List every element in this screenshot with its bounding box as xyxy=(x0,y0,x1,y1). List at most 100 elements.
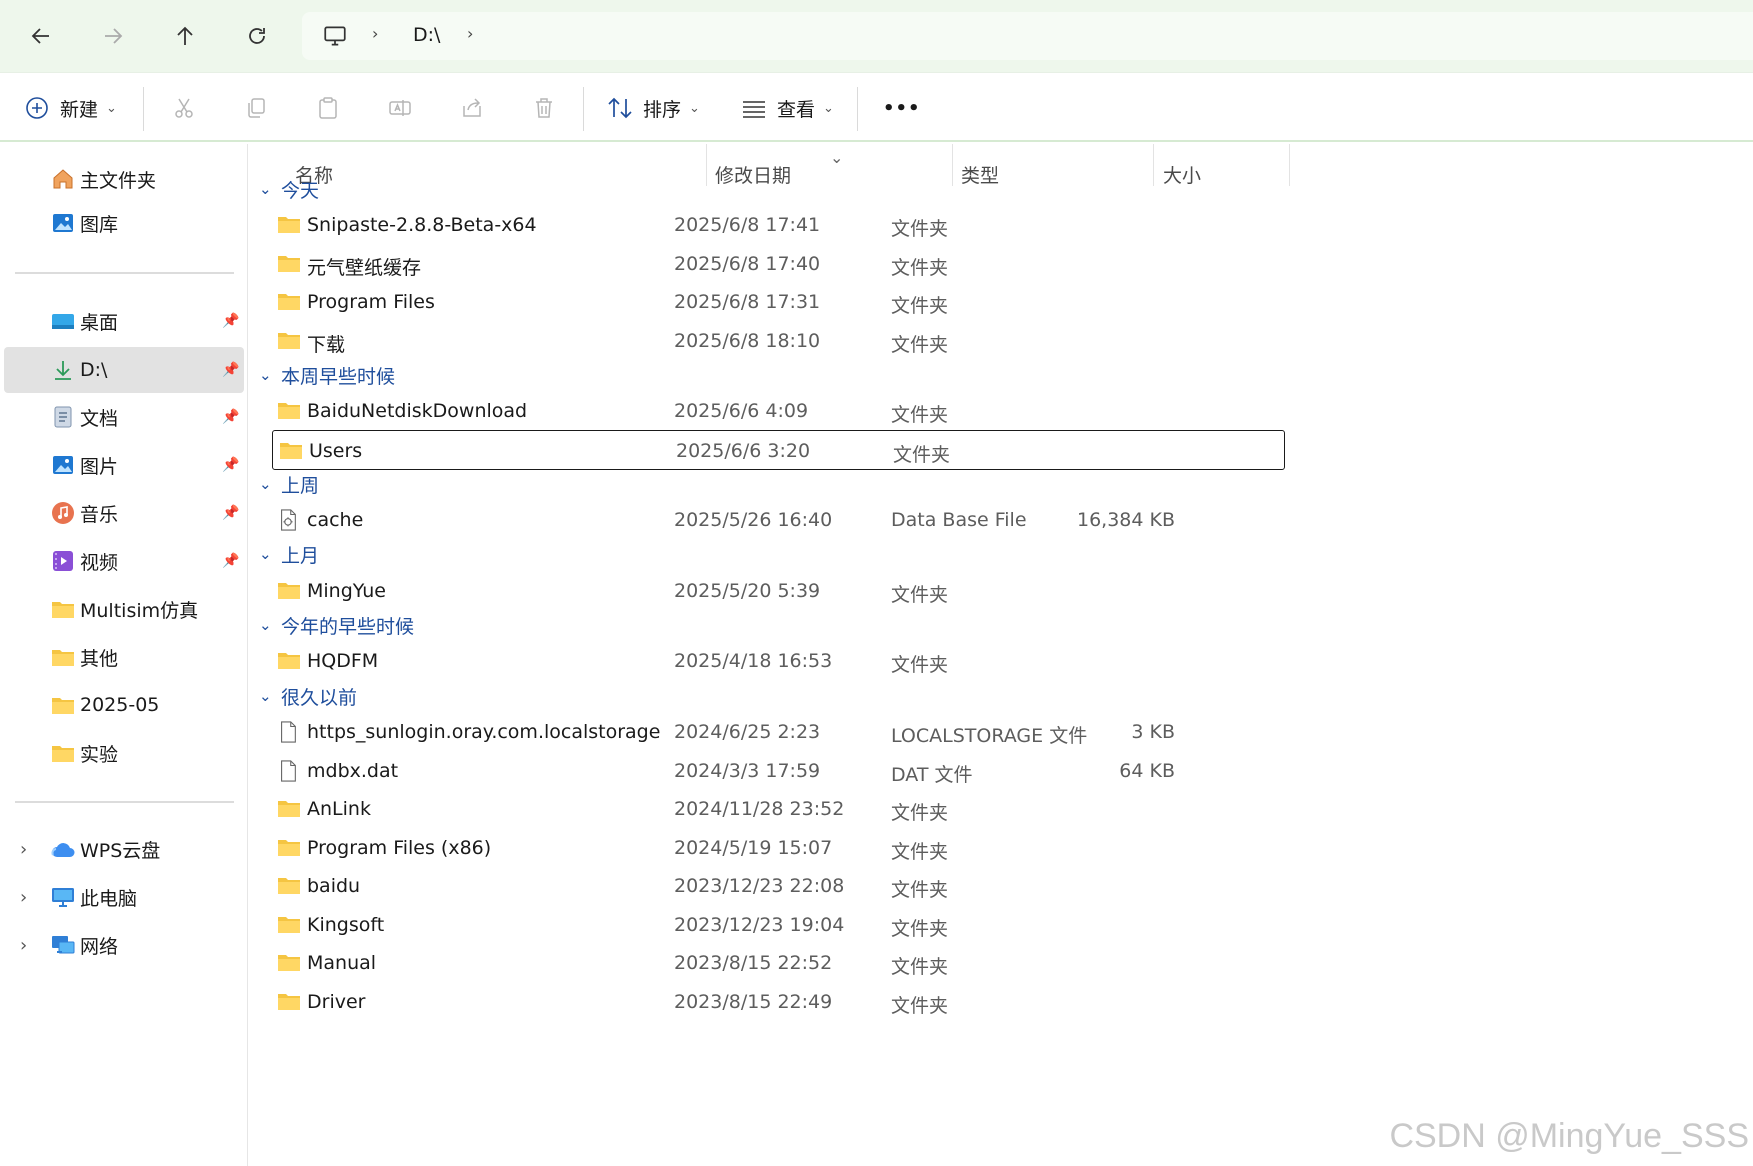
file-row[interactable]: Program Files 2025/6/8 17:31 文件夹 xyxy=(271,282,1285,322)
file-row[interactable]: mdbx.dat 2024/3/3 17:59 DAT 文件 64 KB xyxy=(271,751,1285,791)
column-divider[interactable] xyxy=(1289,144,1290,186)
column-header-size[interactable]: 大小 xyxy=(1163,154,1283,194)
sidebar-item-network[interactable]: › 网络 xyxy=(4,922,244,968)
chevron-right-icon[interactable]: › xyxy=(20,887,27,908)
sort-button[interactable]: 排序 ⌄ xyxy=(607,73,700,143)
file-row[interactable]: AnLink 2024/11/28 23:52 文件夹 xyxy=(271,789,1285,829)
sidebar-item-music[interactable]: 音乐 📌 xyxy=(4,490,244,536)
file-row[interactable]: HQDFM 2025/4/18 16:53 文件夹 xyxy=(271,641,1285,681)
column-divider[interactable] xyxy=(1153,144,1154,186)
breadcrumb-chevron-icon[interactable]: › xyxy=(372,24,378,43)
breadcrumb-path[interactable]: D:\ xyxy=(413,24,440,46)
up-button[interactable] xyxy=(163,14,207,58)
file-row[interactable]: https_sunlogin.oray.com.localstorage 2024… xyxy=(271,712,1285,752)
file-row[interactable]: cache 2025/5/26 16:40 Data Base File 16,384… xyxy=(271,500,1285,540)
file-type: 文件夹 xyxy=(891,840,949,863)
back-button[interactable] xyxy=(19,14,63,58)
list-view-icon xyxy=(741,95,767,121)
view-button[interactable]: 查看 ⌄ xyxy=(741,73,834,143)
sidebar-item-wps-cloud[interactable]: › WPS云盘 xyxy=(4,826,244,872)
file-row[interactable]: 元气壁纸缓存 2025/6/8 17:40 文件夹 xyxy=(271,244,1285,284)
file-row[interactable]: BaiduNetdiskDownload 2025/6/6 4:09 文件夹 xyxy=(271,391,1285,431)
chevron-right-icon[interactable]: › xyxy=(20,839,27,860)
pin-icon[interactable]: 📌 xyxy=(222,553,239,569)
refresh-button[interactable] xyxy=(235,14,279,58)
file-type: 文件夹 xyxy=(891,879,949,901)
sidebar-item-2025-05[interactable]: 2025-05 xyxy=(4,682,244,728)
group-header[interactable]: ⌄ 今年的早些时候 xyxy=(259,610,414,640)
group-header[interactable]: ⌄ 本周早些时候 xyxy=(259,360,395,390)
group-header[interactable]: ⌄ 今天 xyxy=(259,174,319,204)
chevron-down-icon[interactable]: ⌄ xyxy=(259,545,281,563)
file-row[interactable]: Manual 2023/8/15 22:52 文件夹 xyxy=(271,943,1285,983)
file-row[interactable]: Program Files (x86) 2024/5/19 15:07 文件夹 xyxy=(271,828,1285,868)
document-icon xyxy=(50,404,76,430)
chevron-down-icon[interactable]: ⌄ xyxy=(259,687,281,705)
pin-icon[interactable]: 📌 xyxy=(222,409,239,425)
new-button[interactable]: 新建 ⌄ xyxy=(24,73,117,143)
chevron-down-icon[interactable]: ⌄ xyxy=(259,475,281,493)
file-name: AnLink xyxy=(307,798,371,820)
sort-arrows-icon xyxy=(607,95,633,121)
navigation-pane: 主文件夹 图库 桌面 📌 D:\ 📌 文档 📌 图片 📌 音乐 📌 视频 📌 M… xyxy=(0,144,248,1166)
file-type: 文件夹 xyxy=(891,256,949,279)
sidebar-item-pictures[interactable]: 图片 📌 xyxy=(4,442,244,488)
sidebar-item-documents[interactable]: 文档 📌 xyxy=(4,394,244,440)
file-row[interactable]: baidu 2023/12/23 22:08 文件夹 xyxy=(271,866,1285,906)
group-header-label: 上月 xyxy=(281,544,320,567)
monitor-icon[interactable] xyxy=(322,23,348,49)
file-name: Driver xyxy=(307,990,366,1013)
sidebar-item-label: 音乐 xyxy=(80,503,119,526)
column-header-modified[interactable]: 修改日期 ⌄ xyxy=(715,148,955,194)
file-row[interactable]: Snipaste-2.8.8-Beta-x64 2025/6/8 17:41 文件夹 xyxy=(271,205,1285,245)
file-name: https_sunlogin.oray.com.localstorage xyxy=(307,721,661,743)
file-name: MingYue xyxy=(307,580,386,602)
file-size: 3 KB xyxy=(1131,721,1175,743)
file-row[interactable]: Driver 2023/8/15 22:49 文件夹 xyxy=(271,982,1285,1022)
breadcrumb-chevron-icon[interactable]: › xyxy=(467,24,473,43)
chevron-right-icon[interactable]: › xyxy=(20,935,27,956)
sidebar-item-home[interactable]: 主文件夹 xyxy=(4,156,244,202)
sidebar-item-gallery[interactable]: 图库 xyxy=(4,200,244,246)
chevron-down-icon[interactable]: ⌄ xyxy=(259,180,281,198)
column-divider[interactable] xyxy=(952,144,953,186)
group-header[interactable]: ⌄ 很久以前 xyxy=(259,681,357,711)
column-header-type[interactable]: 类型 xyxy=(961,154,1151,194)
cut-button[interactable] xyxy=(171,73,197,143)
chevron-down-icon[interactable]: ⌄ xyxy=(259,366,281,384)
pin-icon[interactable]: 📌 xyxy=(222,313,239,329)
pin-icon[interactable]: 📌 xyxy=(222,457,239,473)
folder-icon xyxy=(277,290,301,314)
trash-icon xyxy=(531,95,557,121)
rename-button[interactable] xyxy=(387,73,413,143)
sidebar-item-label: 图片 xyxy=(80,455,119,478)
file-modified-date: 2025/6/6 4:09 xyxy=(674,400,809,422)
share-button[interactable] xyxy=(459,73,485,143)
sidebar-item-multisim[interactable]: Multisim仿真 xyxy=(4,586,244,632)
sidebar-item-videos[interactable]: 视频 📌 xyxy=(4,538,244,584)
sidebar-item-d-drive[interactable]: D:\ 📌 xyxy=(4,347,244,393)
copy-button[interactable] xyxy=(243,73,269,143)
sidebar-item-this-pc[interactable]: › 此电脑 xyxy=(4,874,244,920)
chevron-down-icon[interactable]: ⌄ xyxy=(259,616,281,634)
address-bar[interactable]: › D:\ › xyxy=(302,12,1753,60)
sidebar-item-other[interactable]: 其他 xyxy=(4,634,244,680)
pin-icon[interactable]: 📌 xyxy=(222,505,239,521)
sidebar-item-desktop[interactable]: 桌面 📌 xyxy=(4,298,244,344)
paste-button[interactable] xyxy=(315,73,341,143)
more-options-button[interactable]: ••• xyxy=(883,73,921,143)
forward-button[interactable] xyxy=(91,14,135,58)
file-modified-date: 2023/8/15 22:52 xyxy=(674,952,833,974)
file-row[interactable]: Users 2025/6/6 3:20 文件夹 xyxy=(272,429,1285,470)
group-header[interactable]: ⌄ 上月 xyxy=(259,539,319,569)
file-row[interactable]: Kingsoft 2023/12/23 19:04 文件夹 xyxy=(271,905,1285,945)
column-divider[interactable] xyxy=(706,144,707,186)
file-row[interactable]: MingYue 2025/5/20 5:39 文件夹 xyxy=(271,571,1285,611)
file-icon xyxy=(277,759,301,783)
group-header[interactable]: ⌄ 上周 xyxy=(259,469,319,499)
home-icon xyxy=(50,166,76,192)
file-row[interactable]: 下载 2025/6/8 18:10 文件夹 xyxy=(271,321,1285,361)
sidebar-item-experiment[interactable]: 实验 xyxy=(4,730,244,776)
delete-button[interactable] xyxy=(531,73,557,143)
pin-icon[interactable]: 📌 xyxy=(222,362,239,378)
